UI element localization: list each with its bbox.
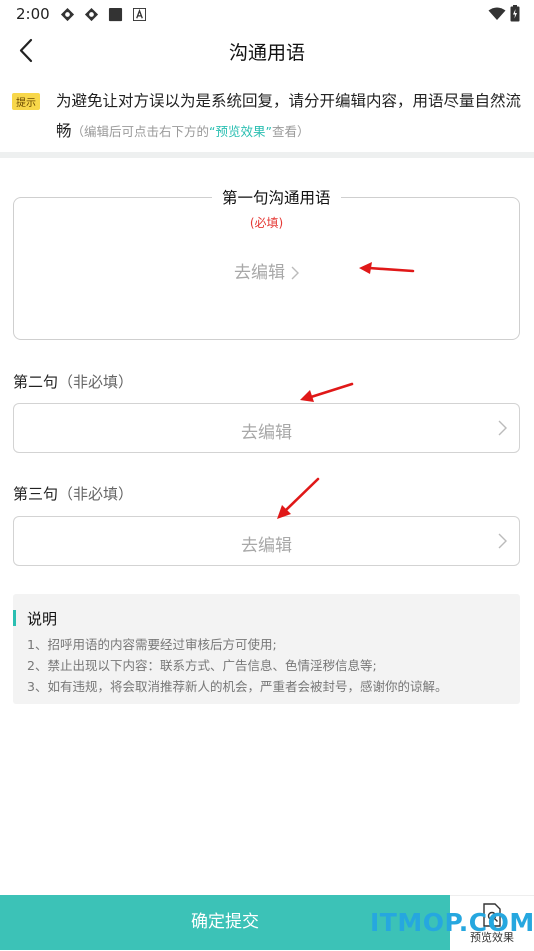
chevron-right-icon <box>291 266 299 280</box>
sentence1-title: 第一句沟通用语 <box>212 186 341 208</box>
square-notification-icon <box>108 7 123 22</box>
sentence1-edit-label: 去编辑 <box>234 263 285 283</box>
sentence1-box[interactable]: 第一句沟通用语 (必填) 去编辑 <box>13 186 520 340</box>
sentence3-label-text: 第三句 <box>13 485 59 503</box>
sentence2-optional: （非必填） <box>58 373 134 391</box>
font-notification-icon <box>133 8 146 21</box>
watermark-logo: ITMOP.COM <box>370 908 534 937</box>
sentence2-edit-label: 去编辑 <box>241 423 292 443</box>
notes-line: 1、招呼用语的内容需要经过审核后方可使用; <box>27 637 277 652</box>
status-right-icons <box>488 5 520 22</box>
page-title: 沟通用语 <box>228 42 305 64</box>
sentence3-edit-label: 去编辑 <box>241 536 292 556</box>
wifi-icon <box>488 7 506 20</box>
sentence1-edit-button[interactable]: 去编辑 <box>14 258 519 283</box>
top-nav-bar: 沟通用语 <box>0 28 534 74</box>
sentence3-optional: （非必填） <box>58 485 134 503</box>
preview-link[interactable]: “预览效果” <box>209 124 272 139</box>
sentence2-edit-button[interactable]: 去编辑 <box>13 403 520 453</box>
notes-accent-bar <box>13 610 16 626</box>
chevron-right-icon <box>498 420 507 436</box>
section-divider <box>0 152 534 158</box>
notes-panel: 说明 1、招呼用语的内容需要经过审核后方可使用; 2、禁止出现以下内容：联系方式… <box>13 594 520 704</box>
sentence3-edit-button[interactable]: 去编辑 <box>13 516 520 566</box>
sentence2-label: 第二句（非必填） <box>13 371 133 392</box>
annotation-arrow <box>300 382 354 402</box>
tip-banner: 提示 为避免让对方误以为是系统回复，请分开编辑内容，用语尽量自然流畅（编辑后可点… <box>12 86 522 147</box>
app-notification-icon-2 <box>84 7 99 22</box>
tip-sub-prefix: （编辑后可点击右下方的 <box>71 124 210 139</box>
tip-sub-text: （编辑后可点击右下方的“预览效果”查看） <box>72 124 310 139</box>
tip-sub-suffix: 查看） <box>271 124 310 139</box>
app-notification-icon <box>60 7 75 22</box>
notes-line: 2、禁止出现以下内容：联系方式、广告信息、色情淫秽信息等; <box>27 658 377 673</box>
tip-text: 为避免让对方误以为是系统回复，请分开编辑内容，用语尽量自然流畅（编辑后可点击右下… <box>56 86 522 147</box>
notes-title: 说明 <box>27 610 58 628</box>
battery-icon <box>510 5 520 22</box>
sentence3-label: 第三句（非必填） <box>13 483 133 504</box>
notes-line: 3、如有违规，将会取消推荐新人的机会，严重者会被封号，感谢你的谅解。 <box>27 679 448 694</box>
status-bar: 2:00 <box>0 0 534 28</box>
tip-badge: 提示 <box>12 93 40 110</box>
required-mark: (必填) <box>249 216 284 230</box>
sentence2-label-text: 第二句 <box>13 373 59 391</box>
status-time: 2:00 <box>16 5 50 23</box>
chevron-right-icon <box>498 533 507 549</box>
